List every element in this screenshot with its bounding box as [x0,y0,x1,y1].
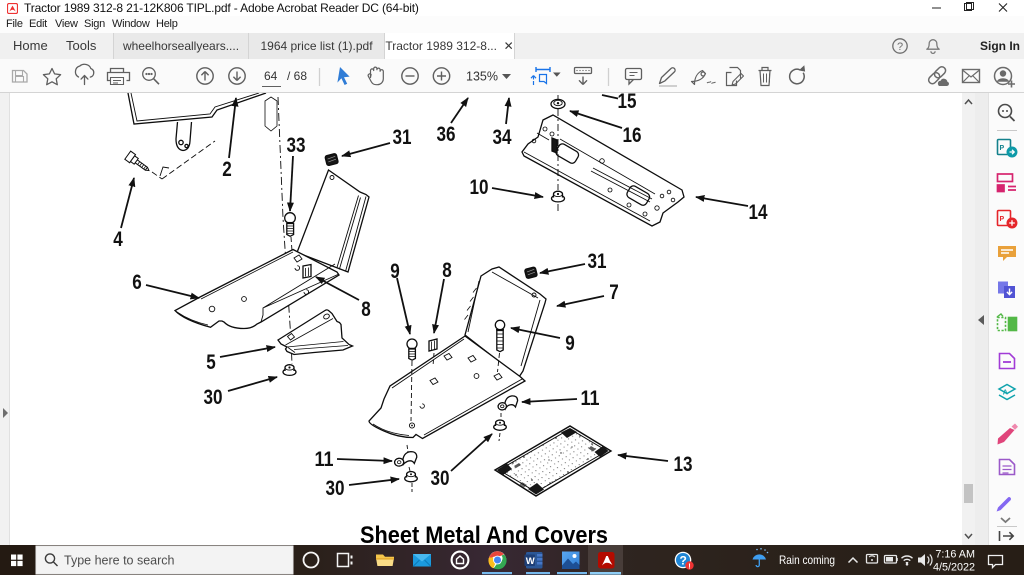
svg-text:8: 8 [361,298,371,321]
svg-text:5: 5 [206,351,216,374]
svg-text:7: 7 [609,281,619,304]
svg-text:7:16 AM: 7:16 AM [935,549,975,561]
svg-text:31: 31 [588,250,607,273]
svg-text:31: 31 [393,126,412,149]
svg-text:Type here to search: Type here to search [64,554,175,568]
svg-text:13: 13 [674,453,693,476]
svg-text:P: P [1000,145,1005,152]
svg-text:64: 64 [264,69,278,83]
svg-text:11: 11 [581,387,600,410]
svg-text:30: 30 [326,477,345,500]
svg-text:?: ? [897,41,903,53]
svg-text:30: 30 [204,386,223,409]
svg-text:6: 6 [132,271,142,294]
svg-text:P: P [1000,216,1005,223]
svg-text:8: 8 [442,259,452,282]
svg-text:4: 4 [113,228,123,251]
svg-text:33: 33 [287,134,306,157]
svg-text:Sheet Metal And Covers: Sheet Metal And Covers [360,522,608,545]
svg-text:2: 2 [222,158,232,181]
svg-text:/ 68: / 68 [287,69,307,83]
svg-text:11: 11 [315,448,334,471]
svg-text:9: 9 [565,332,575,355]
svg-text:34: 34 [493,126,512,149]
svg-text:10: 10 [470,176,489,199]
svg-text:36: 36 [437,123,456,146]
svg-text:14: 14 [749,201,768,224]
svg-text:Rain coming: Rain coming [779,553,835,567]
svg-text:4/5/2022: 4/5/2022 [933,562,975,574]
svg-text:9: 9 [390,260,400,283]
svg-text:135%: 135% [466,70,498,84]
svg-text:30: 30 [431,467,450,490]
svg-text:!: ! [688,562,691,571]
svg-text:16: 16 [623,124,642,147]
svg-text:W: W [526,556,535,567]
svg-text:A: A [1003,390,1008,397]
svg-text:15: 15 [618,93,637,113]
